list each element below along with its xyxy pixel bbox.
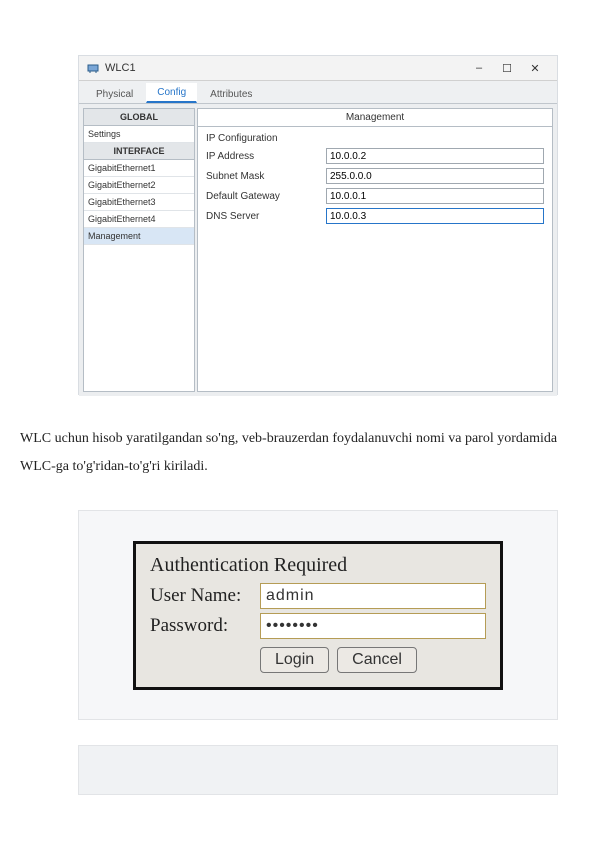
subnet-input[interactable] xyxy=(326,168,544,184)
sidebar-item-settings[interactable]: Settings xyxy=(84,126,194,143)
tab-physical[interactable]: Physical xyxy=(85,85,144,103)
ip-address-input[interactable] xyxy=(326,148,544,164)
panel-title: Management xyxy=(198,109,552,127)
cancel-button[interactable]: Cancel xyxy=(337,647,417,673)
dns-label: DNS Server xyxy=(206,211,326,222)
sidebar-item-ge4[interactable]: GigabitEthernet4 xyxy=(84,211,194,228)
tabbar: Physical Config Attributes xyxy=(79,81,557,104)
close-button[interactable]: ✕ xyxy=(521,59,549,77)
titlebar[interactable]: WLC1 – ☐ ✕ xyxy=(79,56,557,81)
minimize-button[interactable]: – xyxy=(465,59,493,77)
sidebar-global-header: GLOBAL xyxy=(84,109,194,126)
auth-dialog: Authentication Required User Name: Passw… xyxy=(133,541,503,690)
auth-title: Authentication Required xyxy=(150,554,486,577)
password-input[interactable] xyxy=(260,613,486,639)
sidebar-item-ge2[interactable]: GigabitEthernet2 xyxy=(84,177,194,194)
username-label: User Name: xyxy=(150,585,260,607)
app-icon xyxy=(87,62,99,74)
auth-figure: Authentication Required User Name: Passw… xyxy=(78,510,558,720)
subnet-label: Subnet Mask xyxy=(206,171,326,182)
sidebar-item-ge3[interactable]: GigabitEthernet3 xyxy=(84,194,194,211)
figure-placeholder xyxy=(78,745,558,795)
login-button[interactable]: Login xyxy=(260,647,329,673)
ip-config-section: IP Configuration xyxy=(198,127,552,146)
tab-attributes[interactable]: Attributes xyxy=(199,85,263,103)
config-panel: Management IP Configuration IP Address S… xyxy=(197,108,553,392)
maximize-button[interactable]: ☐ xyxy=(493,59,521,77)
sidebar-interface-header: INTERFACE xyxy=(84,143,194,160)
dns-input[interactable] xyxy=(326,208,544,224)
sidebar: GLOBAL Settings INTERFACE GigabitEtherne… xyxy=(83,108,195,392)
ip-address-label: IP Address xyxy=(206,151,326,162)
window-title: WLC1 xyxy=(105,62,465,74)
body-paragraph: WLC uchun hisob yaratilgandan so'ng, veb… xyxy=(20,425,580,481)
username-input[interactable] xyxy=(260,583,486,609)
password-label: Password: xyxy=(150,615,260,637)
sidebar-item-ge1[interactable]: GigabitEthernet1 xyxy=(84,160,194,177)
tab-config[interactable]: Config xyxy=(146,83,197,103)
gateway-label: Default Gateway xyxy=(206,191,326,202)
main-area: GLOBAL Settings INTERFACE GigabitEtherne… xyxy=(79,104,557,396)
sidebar-item-management[interactable]: Management xyxy=(84,228,194,245)
wlc-window: WLC1 – ☐ ✕ Physical Config Attributes GL… xyxy=(78,55,558,395)
gateway-input[interactable] xyxy=(326,188,544,204)
